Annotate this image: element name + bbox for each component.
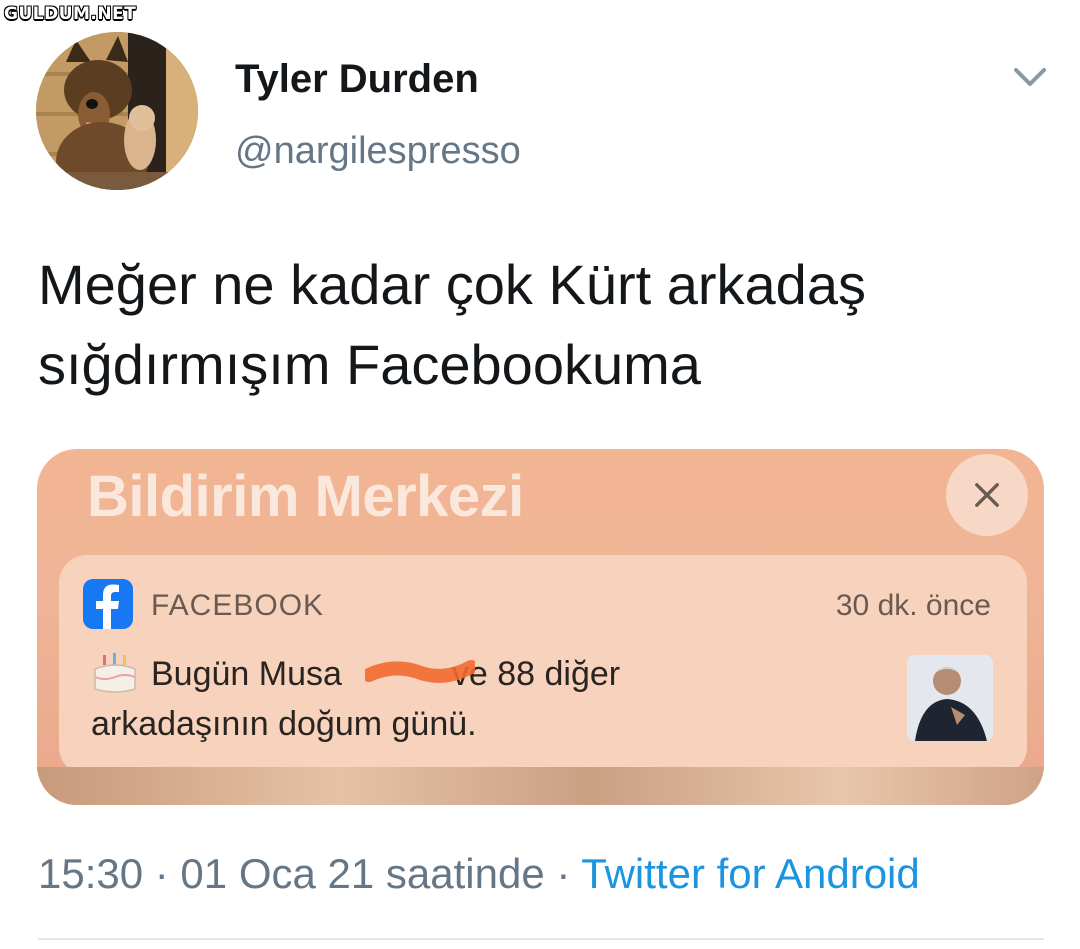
tweet-text-line: Meğer ne kadar çok Kürt arkadaş [38, 253, 866, 316]
avatar-dog-photo [36, 32, 198, 190]
friend-photo-thumbnail [907, 655, 993, 741]
notification-message-line: arkadaşının doğum günü. [91, 705, 477, 743]
chevron-down-icon[interactable] [1010, 58, 1050, 98]
author-display-name[interactable]: Tyler Durden [235, 57, 479, 102]
close-icon [946, 454, 1028, 536]
facebook-notification: FACEBOOK 30 dk. önce Bugün Musa ve 88 diğ… [59, 555, 1027, 775]
site-watermark: GULDUM.NET [4, 4, 137, 24]
notification-message-part: Bugün Musa [151, 655, 342, 693]
tweet-media-image[interactable]: Bildirim Merkezi FACEBOOK 30 dk. önce Bu… [37, 449, 1044, 805]
notification-message: Bugün Musa ve 88 diğer arkadaşının doğum … [91, 649, 911, 749]
author-avatar[interactable] [36, 32, 198, 190]
tweet-text: Meğer ne kadar çok Kürt arkadaş sığdırmı… [38, 245, 1048, 405]
notification-message-part: ve 88 diğer [451, 655, 621, 693]
tweet-source-link[interactable]: Twitter for Android [581, 850, 919, 897]
notification-app-name: FACEBOOK [151, 589, 325, 622]
tweet-text-line: sığdırmışım Facebookuma [38, 333, 701, 396]
blurred-background-strip [37, 767, 1044, 805]
facebook-logo-icon [83, 579, 133, 629]
notification-center-title: Bildirim Merkezi [87, 464, 524, 529]
tweet-meta: 15:30 · 01 Oca 21 saatinde · Twitter for… [38, 850, 920, 898]
author-handle[interactable]: @nargilespresso [235, 130, 521, 173]
notification-time: 30 dk. önce [835, 589, 991, 622]
divider [38, 938, 1044, 940]
tweet-timestamp[interactable]: 15:30 · 01 Oca 21 saatinde · [38, 850, 581, 897]
censor-scribble [365, 660, 475, 683]
